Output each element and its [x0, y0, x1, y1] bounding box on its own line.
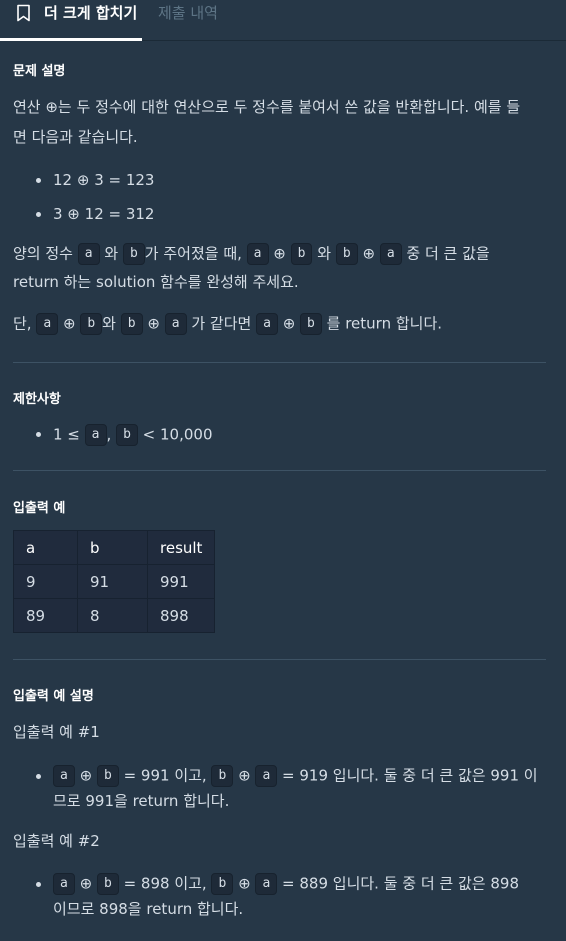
text: 중 더 큰 값을	[406, 244, 490, 263]
description-paragraph-2: 양의 정수 a 와 b가 주어졌을 때, a ⊕ b 와 b ⊕ a 중 더 큰…	[13, 243, 490, 265]
code-a: a	[36, 313, 59, 335]
bullet	[36, 212, 41, 217]
text: 1 ≤	[53, 425, 80, 444]
io-example-1-title: 입출력 예 #1	[13, 723, 100, 741]
io-examples-heading: 입출력 예	[13, 501, 66, 516]
code-a: a	[164, 313, 187, 335]
bullet	[36, 432, 41, 437]
table-row: 9 91 991	[13, 564, 216, 599]
example-item-2: 3 ⊕ 12 = 312	[53, 205, 155, 223]
code-a: a	[256, 313, 278, 335]
oplus-symbol: ⊕	[62, 314, 76, 333]
bullet	[36, 774, 41, 779]
table-header-cell: b	[77, 530, 148, 565]
text: 가 같다면	[191, 314, 252, 333]
text: 와	[317, 244, 332, 263]
tab-problem[interactable]: 더 크게 합치기	[44, 3, 137, 41]
text: 와	[102, 314, 116, 333]
tab-submissions-label: 제출 내역	[158, 4, 218, 22]
tab-active-indicator	[0, 38, 142, 41]
example-item-1: 12 ⊕ 3 = 123	[53, 171, 155, 189]
text: 양의 정수	[13, 244, 73, 263]
oplus-symbol: ⊕	[362, 244, 376, 263]
io-explanation-heading: 입출력 예 설명	[13, 689, 94, 704]
description-heading: 문제 설명	[13, 64, 66, 79]
io-example-1-line2: 므로 991을 return 합니다.	[53, 792, 230, 810]
table-cell: 9	[13, 564, 78, 599]
text: = 898 이고,	[123, 874, 207, 893]
table-cell: 8	[77, 598, 148, 633]
io-example-2-title: 입출력 예 #2	[13, 832, 100, 850]
code-a: a	[246, 243, 269, 265]
code-b: b	[120, 313, 143, 335]
code-b: b	[116, 424, 138, 446]
description-paragraph-3: 단, a ⊕ b와 b ⊕ a 가 같다면 a ⊕ b 를 return 합니다…	[13, 313, 442, 335]
tab-bar: 더 크게 합치기 제출 내역	[0, 0, 566, 41]
code-b: b	[211, 873, 234, 895]
code-a: a	[53, 873, 75, 895]
text: 가 주어졌을 때,	[144, 244, 242, 263]
description-intro-line1: 연산 ⊕는 두 정수에 대한 연산으로 두 정수를 붙여서 쓴 값을 반환합니다…	[13, 98, 521, 116]
constraints-heading: 제한사항	[13, 392, 61, 407]
table-cell: 898	[146, 598, 216, 633]
oplus-symbol: ⊕	[79, 874, 93, 893]
code-a: a	[77, 243, 100, 265]
divider	[13, 362, 546, 363]
code-a: a	[53, 765, 75, 787]
table-header-cell: result	[146, 530, 216, 565]
code-a: a	[255, 765, 278, 787]
code-b: b	[122, 243, 145, 265]
code-b: b	[300, 313, 322, 335]
text: = 991 이고,	[123, 766, 207, 785]
code-b: b	[335, 243, 358, 265]
table-cell: 91	[77, 564, 148, 599]
table-header-row: a b result	[13, 530, 216, 565]
oplus-symbol: ⊕	[238, 766, 251, 785]
code-a: a	[255, 873, 278, 895]
code-b: b	[96, 873, 119, 895]
bullet	[36, 882, 41, 887]
text: 와	[104, 244, 119, 263]
table-row: 89 8 898	[13, 598, 216, 633]
code-a: a	[379, 243, 402, 265]
code-b: b	[211, 765, 234, 787]
io-example-2-line2: 이므로 898을 return 합니다.	[53, 900, 244, 918]
code-a: a	[84, 424, 107, 446]
text: = 919 입니다. 둘 중 더 큰 값은 991 이	[282, 766, 538, 785]
oplus-symbol: ⊕	[147, 314, 160, 333]
text: 단,	[13, 314, 32, 333]
oplus-symbol: ⊕	[79, 766, 93, 785]
code-b: b	[80, 313, 103, 335]
text: 를 return 합니다.	[326, 314, 443, 333]
table-header-cell: a	[13, 530, 78, 565]
divider	[13, 659, 546, 660]
tab-submissions[interactable]: 제출 내역	[158, 3, 218, 23]
text: ,	[106, 425, 112, 444]
bookmark-icon	[17, 4, 30, 22]
table-cell: 89	[13, 598, 78, 633]
oplus-symbol: ⊕	[238, 874, 251, 893]
bullet	[36, 178, 41, 183]
tab-problem-label: 더 크게 합치기	[44, 4, 138, 22]
io-examples-table: a b result 9 91 991 89 8 898	[13, 530, 216, 633]
oplus-symbol: ⊕	[273, 244, 286, 263]
io-example-1-line1: a ⊕ b = 991 이고, b ⊕ a = 919 입니다. 둘 중 더 큰…	[53, 765, 538, 787]
text: = 889 입니다. 둘 중 더 큰 값은 898	[282, 874, 519, 893]
text: < 10,000	[142, 425, 213, 444]
constraint-item: 1 ≤ a, b < 10,000	[53, 424, 213, 446]
description-paragraph-2-line2: return 하는 solution 함수를 완성해 주세요.	[13, 273, 299, 291]
oplus-symbol: ⊕	[282, 314, 296, 333]
description-intro-line2: 면 다음과 같습니다.	[13, 128, 138, 146]
table-cell: 991	[146, 564, 216, 599]
divider	[13, 470, 546, 471]
code-b: b	[96, 765, 119, 787]
code-b: b	[290, 243, 313, 265]
io-example-2-line1: a ⊕ b = 898 이고, b ⊕ a = 889 입니다. 둘 중 더 큰…	[53, 873, 519, 895]
